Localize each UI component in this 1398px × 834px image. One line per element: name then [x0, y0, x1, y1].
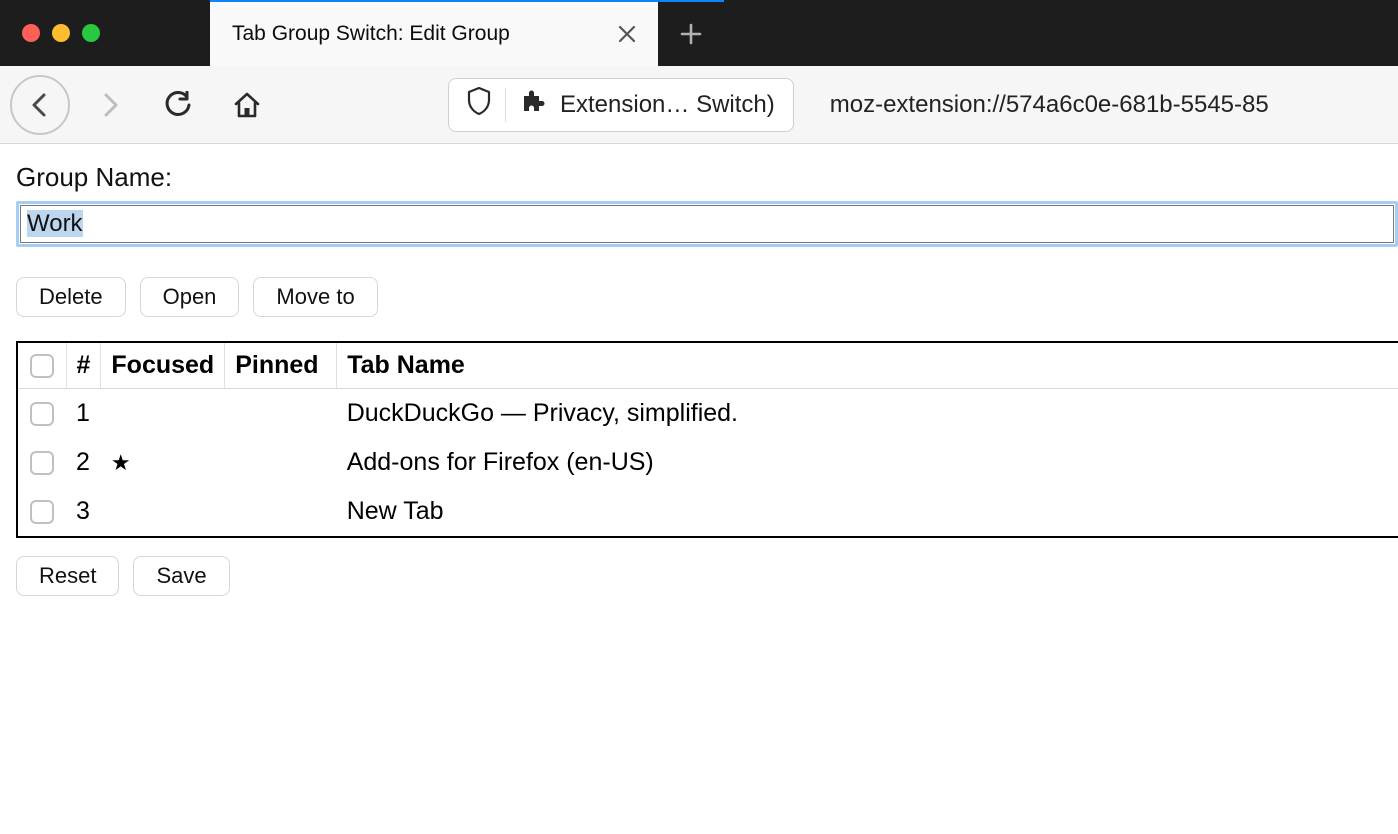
- site-identity-box[interactable]: Extension… Switch): [448, 78, 794, 132]
- close-icon[interactable]: [600, 25, 636, 43]
- tab-name-header: Tab Name: [337, 343, 1398, 389]
- row-focused: [101, 487, 225, 536]
- focused-header: Focused: [101, 343, 225, 389]
- select-all-header: [18, 343, 66, 389]
- identity-label: Extension… Switch): [560, 91, 775, 119]
- pinned-header: Pinned: [225, 343, 337, 389]
- delete-button[interactable]: Delete: [16, 277, 126, 317]
- url-text: moz-extension://574a6c0e-681b-5545-85: [830, 91, 1269, 119]
- extension-icon: [520, 88, 546, 121]
- window-controls: [0, 0, 210, 66]
- row-pinned: [225, 487, 337, 536]
- row-focused: [101, 389, 225, 439]
- tabs-table: # Focused Pinned Tab Name 1 DuckDuckGo —…: [18, 343, 1398, 536]
- group-name-input[interactable]: Work: [20, 205, 1394, 243]
- row-index: 3: [66, 487, 101, 536]
- tabs-table-wrap: # Focused Pinned Tab Name 1 DuckDuckGo —…: [16, 341, 1398, 538]
- plus-icon: [679, 22, 703, 46]
- row-tab-name: DuckDuckGo — Privacy, simplified.: [337, 389, 1398, 439]
- row-checkbox[interactable]: [30, 402, 54, 426]
- window-zoom-button[interactable]: [82, 24, 100, 42]
- window-close-button[interactable]: [22, 24, 40, 42]
- group-name-value: Work: [27, 210, 83, 237]
- row-checkbox[interactable]: [30, 451, 54, 475]
- table-row: 1 DuckDuckGo — Privacy, simplified.: [18, 389, 1398, 439]
- forward-button[interactable]: [84, 78, 138, 132]
- index-header: #: [66, 343, 101, 389]
- table-header-row: # Focused Pinned Tab Name: [18, 343, 1398, 389]
- row-focused: ★: [101, 438, 225, 487]
- row-pinned: [225, 389, 337, 439]
- row-index: 1: [66, 389, 101, 439]
- footer-button-row: Reset Save: [16, 556, 1398, 596]
- back-button[interactable]: [10, 75, 70, 135]
- address-bar-cluster: Extension… Switch) moz-extension://574a6…: [448, 78, 1388, 132]
- save-button[interactable]: Save: [133, 556, 229, 596]
- navigation-toolbar: Extension… Switch) moz-extension://574a6…: [0, 66, 1398, 144]
- tab-title: Tab Group Switch: Edit Group: [232, 22, 510, 46]
- select-all-checkbox[interactable]: [30, 354, 54, 378]
- row-pinned: [225, 438, 337, 487]
- browser-tab-active[interactable]: Tab Group Switch: Edit Group: [210, 2, 658, 66]
- reset-button[interactable]: Reset: [16, 556, 119, 596]
- open-button[interactable]: Open: [140, 277, 240, 317]
- move-to-button[interactable]: Move to: [253, 277, 377, 317]
- row-tab-name: Add-ons for Firefox (en-US): [337, 438, 1398, 487]
- row-index: 2: [66, 438, 101, 487]
- group-name-input-wrap: Work: [16, 201, 1398, 247]
- star-icon: ★: [111, 450, 131, 475]
- home-button[interactable]: [220, 78, 274, 132]
- new-tab-button[interactable]: [658, 2, 724, 66]
- table-row: 2 ★ Add-ons for Firefox (en-US): [18, 438, 1398, 487]
- url-bar[interactable]: moz-extension://574a6c0e-681b-5545-85: [812, 78, 1388, 132]
- action-button-row: Delete Open Move to: [16, 277, 1398, 317]
- table-row: 3 New Tab: [18, 487, 1398, 536]
- window-minimize-button[interactable]: [52, 24, 70, 42]
- row-tab-name: New Tab: [337, 487, 1398, 536]
- separator: [505, 88, 506, 122]
- tab-strip: Tab Group Switch: Edit Group: [210, 0, 724, 66]
- shield-icon: [467, 87, 491, 122]
- reload-button[interactable]: [152, 78, 206, 132]
- page-content: Group Name: Work Delete Open Move to # F…: [0, 144, 1398, 596]
- group-name-label: Group Name:: [16, 162, 1398, 193]
- window-titlebar: Tab Group Switch: Edit Group: [0, 0, 1398, 66]
- row-checkbox[interactable]: [30, 500, 54, 524]
